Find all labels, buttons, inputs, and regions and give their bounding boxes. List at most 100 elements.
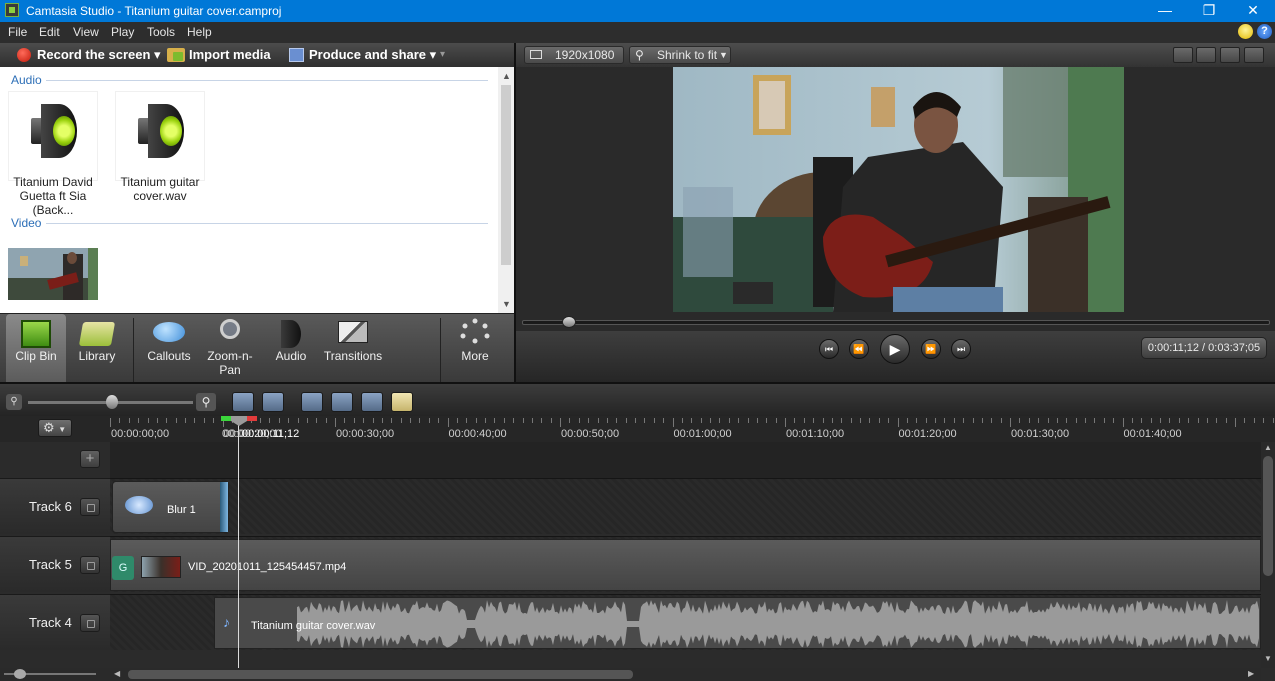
- ruler-tick: [756, 418, 758, 423]
- track-lane[interactable]: ♪ Titanium guitar cover.wav: [110, 594, 1261, 650]
- tab-clip-bin[interactable]: Clip Bin: [6, 314, 66, 383]
- timeline-playhead[interactable]: [238, 416, 239, 668]
- zoom-fit-value: Shrink to fit: [657, 48, 718, 62]
- scrollbar-thumb[interactable]: [501, 85, 511, 265]
- lock-icon[interactable]: [80, 614, 100, 632]
- fullscreen-icon[interactable]: [1220, 47, 1240, 63]
- record-screen-button[interactable]: Record the screen ▾: [37, 47, 161, 63]
- zoom-fit-dropdown[interactable]: ⚲ Shrink to fit ▼: [629, 46, 731, 64]
- ruler-tick: [110, 418, 111, 427]
- lightbulb-icon[interactable]: [1238, 24, 1253, 39]
- detach-preview-icon[interactable]: [1244, 47, 1264, 63]
- menu-edit[interactable]: Edit: [39, 25, 60, 39]
- import-media-button[interactable]: Import media: [189, 47, 271, 62]
- lock-icon[interactable]: [80, 498, 100, 516]
- clip-bin-scrollbar[interactable]: ▲ ▼: [498, 67, 514, 313]
- video-clip-thumbnail[interactable]: [8, 248, 98, 300]
- menu-play[interactable]: Play: [111, 25, 134, 39]
- scroll-left-icon[interactable]: ◀: [114, 669, 120, 678]
- close-button[interactable]: ✕: [1231, 0, 1275, 22]
- menu-tools[interactable]: Tools: [147, 25, 175, 39]
- help-icon[interactable]: ?: [1257, 24, 1272, 39]
- ruler-tick: [644, 418, 646, 423]
- preview-scrub-handle[interactable]: [562, 316, 576, 328]
- tab-audio[interactable]: Audio: [262, 314, 320, 383]
- preview-toolbar: 1920x1080 ⚲ Shrink to fit ▼: [516, 43, 1275, 67]
- ruler-label: 00:00:50;00: [561, 428, 620, 440]
- scroll-up-icon[interactable]: ▲: [1264, 443, 1272, 452]
- video-frame-image: [673, 67, 1124, 312]
- scroll-down-icon[interactable]: ▼: [502, 299, 511, 309]
- menu-help[interactable]: Help: [187, 25, 212, 39]
- scroll-right-icon[interactable]: ▶: [1248, 669, 1254, 678]
- minimize-button[interactable]: —: [1143, 0, 1187, 22]
- menu-file[interactable]: File: [8, 25, 27, 39]
- skip-to-start-button[interactable]: ⏮: [819, 339, 839, 359]
- audio-clip[interactable]: ♪ Titanium guitar cover.wav: [214, 597, 1261, 649]
- slider-handle[interactable]: [14, 669, 26, 679]
- redo-button[interactable]: [262, 392, 284, 412]
- ruler-tick: [1085, 418, 1086, 423]
- tab-more[interactable]: More: [446, 314, 504, 383]
- video-clip[interactable]: G VID_20201011_125454457.mp4: [110, 539, 1261, 591]
- video-preview-frame[interactable]: [673, 67, 1124, 312]
- speaker-icon: [281, 320, 301, 348]
- ruler-label: 00:01:10;00: [786, 428, 845, 440]
- cut-button[interactable]: [301, 392, 323, 412]
- zoom-out-icon[interactable]: ⚲: [6, 394, 22, 410]
- play-button[interactable]: ▶: [880, 334, 910, 364]
- audio-clip-thumbnail[interactable]: [115, 91, 205, 181]
- track-lane[interactable]: Blur 1: [110, 478, 1261, 534]
- timeline-vertical-scrollbar[interactable]: ▲ ▼: [1261, 442, 1275, 668]
- waveform-shape: [297, 600, 1259, 648]
- ruler-tick: [213, 418, 215, 423]
- timeline-settings-button[interactable]: ⚙ ▼: [38, 419, 72, 437]
- divider: [133, 318, 134, 382]
- tab-transitions[interactable]: Transitions: [320, 314, 386, 383]
- ruler-tick: [953, 418, 955, 423]
- menu-view[interactable]: View: [73, 25, 99, 39]
- ruler-tick: [681, 418, 683, 423]
- crop-icon[interactable]: [1173, 47, 1193, 63]
- track-height-slider[interactable]: [0, 668, 110, 681]
- produce-share-button[interactable]: Produce and share ▾: [309, 47, 436, 63]
- tab-zoom-n-pan[interactable]: Zoom-n- Pan: [200, 314, 260, 383]
- add-track-button[interactable]: +: [80, 450, 100, 468]
- ruler-tick: [738, 418, 740, 423]
- maximize-button[interactable]: ❐: [1187, 0, 1231, 22]
- paste-button[interactable]: [391, 392, 413, 412]
- resolution-dropdown[interactable]: 1920x1080: [524, 46, 624, 64]
- undo-button[interactable]: [232, 392, 254, 412]
- audio-clip-caption: Titanium David Guetta ft Sia (Back...: [0, 175, 106, 217]
- scrollbar-thumb[interactable]: [128, 670, 633, 679]
- copy-button[interactable]: [361, 392, 383, 412]
- ruler-tick: [297, 418, 299, 423]
- zoom-slider-handle[interactable]: [106, 395, 118, 409]
- video-clip-thumbnail: [141, 556, 181, 578]
- blur-callout-clip[interactable]: Blur 1: [112, 481, 229, 533]
- fast-forward-button[interactable]: ⏩: [921, 339, 941, 359]
- zoom-in-icon[interactable]: ⚲: [196, 393, 216, 411]
- audio-clip-thumbnail[interactable]: [8, 91, 98, 181]
- ruler-tick: [156, 418, 158, 423]
- scroll-down-icon[interactable]: ▼: [1264, 654, 1272, 663]
- timeline-horizontal-scrollbar[interactable]: ◀ ▶: [110, 668, 1261, 681]
- pan-hand-icon[interactable]: [1196, 47, 1216, 63]
- ruler-tick: [728, 418, 730, 423]
- scroll-up-icon[interactable]: ▲: [502, 71, 511, 81]
- transition-marker: [220, 482, 228, 532]
- ruler-tick: [803, 418, 805, 423]
- rewind-button[interactable]: ⏪: [849, 339, 869, 359]
- divider: [440, 318, 441, 382]
- timeline-ruler[interactable]: 00:00:00;00 00:00:20;00 00:00:30;00 00:00:4…: [110, 416, 1275, 442]
- tab-callouts[interactable]: Callouts: [140, 314, 198, 383]
- toolbar-overflow-icon[interactable]: ▾: [440, 49, 445, 60]
- tab-library[interactable]: Library: [66, 314, 128, 383]
- lock-icon[interactable]: [80, 556, 100, 574]
- track-lane[interactable]: G VID_20201011_125454457.mp4: [110, 536, 1261, 592]
- skip-to-end-button[interactable]: ⏭: [951, 339, 971, 359]
- ruler-tick: [1010, 418, 1011, 427]
- scrollbar-thumb[interactable]: [1263, 456, 1273, 576]
- preview-scrub-track[interactable]: [522, 320, 1270, 325]
- split-button[interactable]: [331, 392, 353, 412]
